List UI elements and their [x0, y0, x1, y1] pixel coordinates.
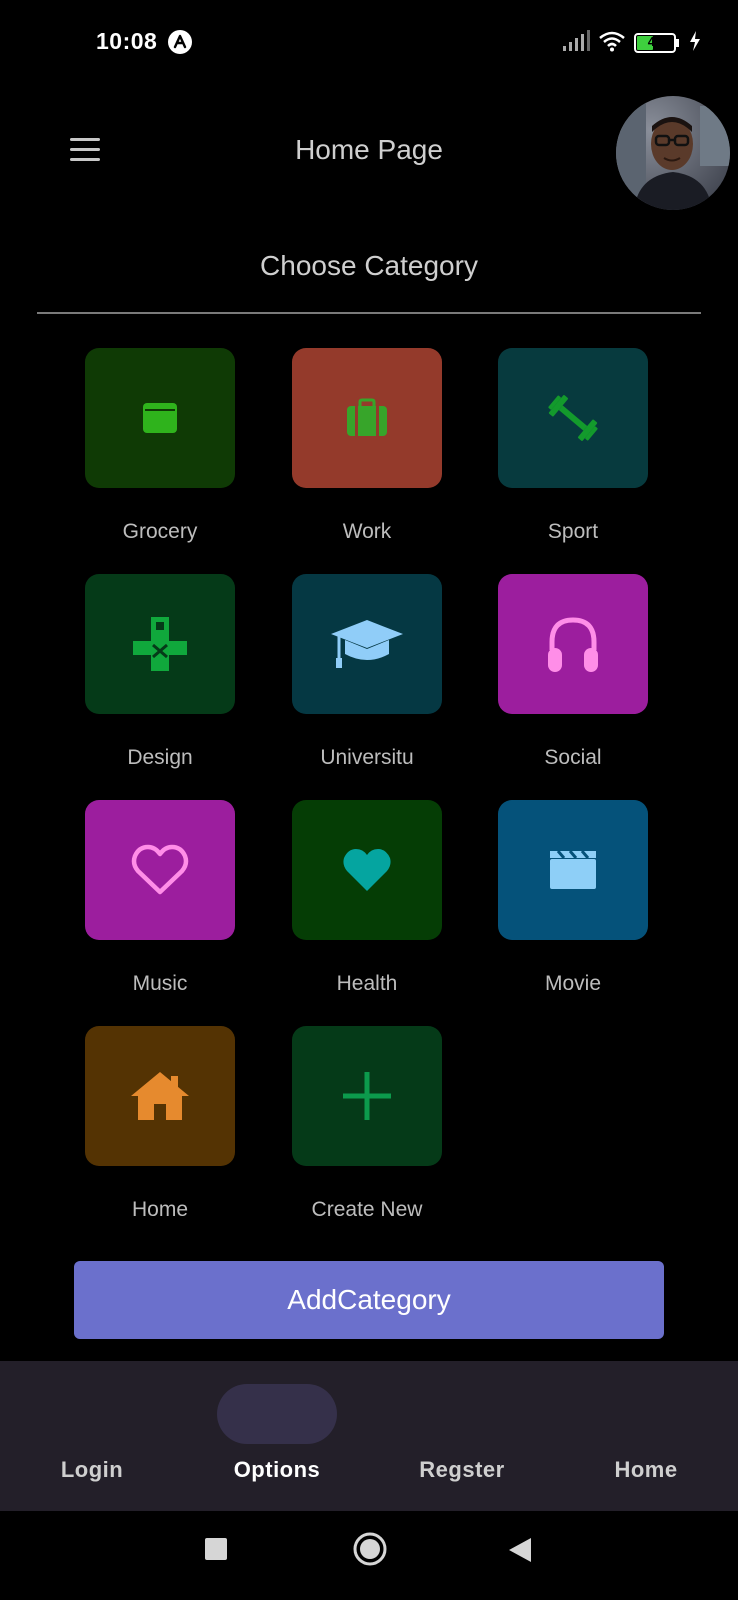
category-label-movie: Movie — [544, 972, 602, 995]
nav-item-regster[interactable]: Regster — [370, 1457, 554, 1483]
category-tile-home[interactable] — [85, 1026, 235, 1166]
category-tile-universitu[interactable] — [292, 574, 442, 714]
category-tile-work[interactable] — [292, 348, 442, 488]
category-label-design: Design — [127, 746, 193, 769]
gamepad-icon — [133, 617, 187, 671]
status-time: 10:08 — [96, 28, 158, 54]
category-label-sport: Sport — [547, 520, 599, 543]
nav-active-indicator — [217, 1384, 337, 1444]
app-bar: Home Page — [0, 90, 738, 210]
dumbbell-icon — [548, 395, 598, 441]
status-indicators: 43 — [562, 29, 702, 57]
avatar[interactable] — [616, 96, 730, 210]
battery-icon: 43 — [634, 33, 680, 53]
heart-icon — [343, 849, 391, 891]
section-title: Choose Category — [260, 250, 478, 281]
clapperboard-icon — [550, 850, 596, 889]
wifi-icon — [598, 30, 626, 57]
category-tile-social[interactable] — [498, 574, 648, 714]
category-label-home: Home — [131, 1198, 189, 1221]
headphones-icon — [548, 617, 598, 672]
category-tile-create-new[interactable] — [292, 1026, 442, 1166]
house-icon — [131, 1072, 189, 1120]
recents-button[interactable] — [205, 1538, 227, 1560]
category-tile-movie[interactable] — [498, 800, 648, 940]
plus-icon — [343, 1072, 391, 1120]
home-button[interactable] — [352, 1531, 388, 1567]
status-bar: 10:08 43 — [0, 0, 738, 90]
system-nav-bar — [0, 1511, 738, 1600]
graduation-cap-icon — [331, 620, 403, 668]
category-tile-health[interactable] — [292, 800, 442, 940]
category-label-work: Work — [342, 520, 392, 543]
category-label-health: Health — [336, 972, 398, 995]
signal-icon — [562, 29, 590, 57]
category-label-music: Music — [132, 972, 188, 995]
nav-item-home[interactable]: Home — [554, 1457, 738, 1483]
category-label-grocery: Grocery — [122, 520, 198, 543]
category-label-social: Social — [544, 746, 602, 769]
category-tile-design[interactable] — [85, 574, 235, 714]
back-triangle-icon — [509, 1538, 531, 1562]
category-tile-music[interactable] — [85, 800, 235, 940]
home-circle-icon — [353, 1532, 387, 1566]
battery-level: 43 — [647, 34, 663, 49]
app-notification-icon — [168, 30, 192, 54]
nav-item-login[interactable]: Login — [0, 1457, 184, 1483]
add-category-button[interactable]: AddCategory — [74, 1261, 664, 1339]
nav-item-options[interactable]: Options — [185, 1457, 369, 1483]
category-label-universitu: Universitu — [320, 746, 414, 769]
charging-icon — [688, 30, 702, 57]
briefcase-icon — [347, 398, 387, 436]
back-button[interactable] — [507, 1536, 533, 1564]
category-label-create-new: Create New — [311, 1198, 423, 1221]
wallet-icon — [143, 403, 177, 433]
divider — [37, 312, 701, 314]
category-tile-grocery[interactable] — [85, 348, 235, 488]
heart-outline-icon — [131, 844, 189, 895]
bottom-nav: Login Options Regster Home — [0, 1361, 738, 1511]
category-tile-sport[interactable] — [498, 348, 648, 488]
